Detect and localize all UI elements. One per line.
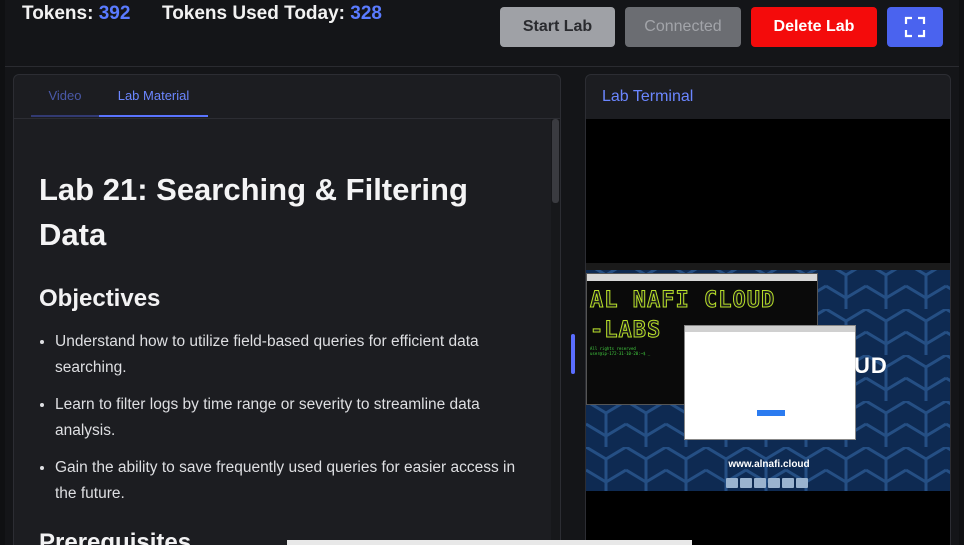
tokens-counter: Tokens: 392 <box>22 3 130 25</box>
list-item: Gain the ability to save frequently used… <box>55 455 539 507</box>
list-item: Learn to filter logs by time range or se… <box>55 392 539 444</box>
bottom-overlay-bar <box>287 540 692 545</box>
terminal-title: Lab Terminal <box>602 88 694 105</box>
terminal-window-titlebar <box>587 274 817 281</box>
dialog-ok-button[interactable] <box>757 410 785 416</box>
panel-resize-handle[interactable] <box>571 334 575 374</box>
desktop-taskbar <box>586 263 950 270</box>
desktop-dock <box>726 478 812 490</box>
list-item: Understand how to utilize field-based qu… <box>55 329 539 381</box>
panel-tabs: Video Lab Material <box>14 75 560 119</box>
lab-terminal-panel: Lab Terminal AL NAFI CLOUD -LABS All rig… <box>585 74 951 545</box>
dock-icon[interactable] <box>768 478 780 488</box>
dock-icon[interactable] <box>796 478 808 488</box>
terminal-screen[interactable]: AL NAFI CLOUD -LABS All rights reserved … <box>586 119 950 545</box>
lab-content: Lab 21: Searching & Filtering Data Objec… <box>39 167 539 545</box>
scrollbar-thumb[interactable] <box>552 119 559 203</box>
tokens-used-value: 328 <box>350 3 382 24</box>
lab-title: Lab 21: Searching & Filtering Data <box>39 172 468 252</box>
dock-icon[interactable] <box>726 478 738 488</box>
brand-url: www.alnafi.cloud <box>728 459 810 470</box>
tokens-used-counter: Tokens Used Today: 328 <box>162 3 382 25</box>
dialog-window[interactable] <box>684 325 856 440</box>
scrollbar[interactable] <box>551 119 560 545</box>
brand-fragment: UD <box>854 353 888 378</box>
app-frame: Tokens: 392 Tokens Used Today: 328 Start… <box>5 0 959 545</box>
tab-video[interactable]: Video <box>31 75 99 117</box>
objectives-list: Understand how to utilize field-based qu… <box>39 329 539 507</box>
ascii-line-1: AL NAFI CLOUD <box>589 288 776 314</box>
connected-button[interactable]: Connected <box>625 7 741 47</box>
lab-material-panel: Video Lab Material Lab 21: Searching & F… <box>13 74 561 545</box>
shell-prompt: All rights reserved user@ip-172-31-10-20… <box>590 346 650 356</box>
fullscreen-icon <box>904 16 926 38</box>
prompt-line-2: user@ip-172-31-10-20:~$ _ <box>590 351 651 356</box>
dialog-titlebar <box>685 326 855 332</box>
tokens-label: Tokens: <box>22 3 94 24</box>
dock-icon[interactable] <box>740 478 752 488</box>
remote-desktop[interactable]: AL NAFI CLOUD -LABS All rights reserved … <box>586 263 950 491</box>
delete-lab-button[interactable]: Delete Lab <box>751 7 877 47</box>
objectives-heading: Objectives <box>39 285 161 312</box>
tokens-used-label: Tokens Used Today: <box>162 3 345 24</box>
tokens-value: 392 <box>98 3 131 24</box>
dock-icon[interactable] <box>754 478 766 488</box>
dock-icon[interactable] <box>782 478 794 488</box>
header-bar: Tokens: 392 Tokens Used Today: 328 Start… <box>5 0 959 67</box>
start-lab-button[interactable]: Start Lab <box>500 7 615 47</box>
tab-lab-material[interactable]: Lab Material <box>99 75 208 117</box>
fullscreen-button[interactable] <box>887 7 943 47</box>
